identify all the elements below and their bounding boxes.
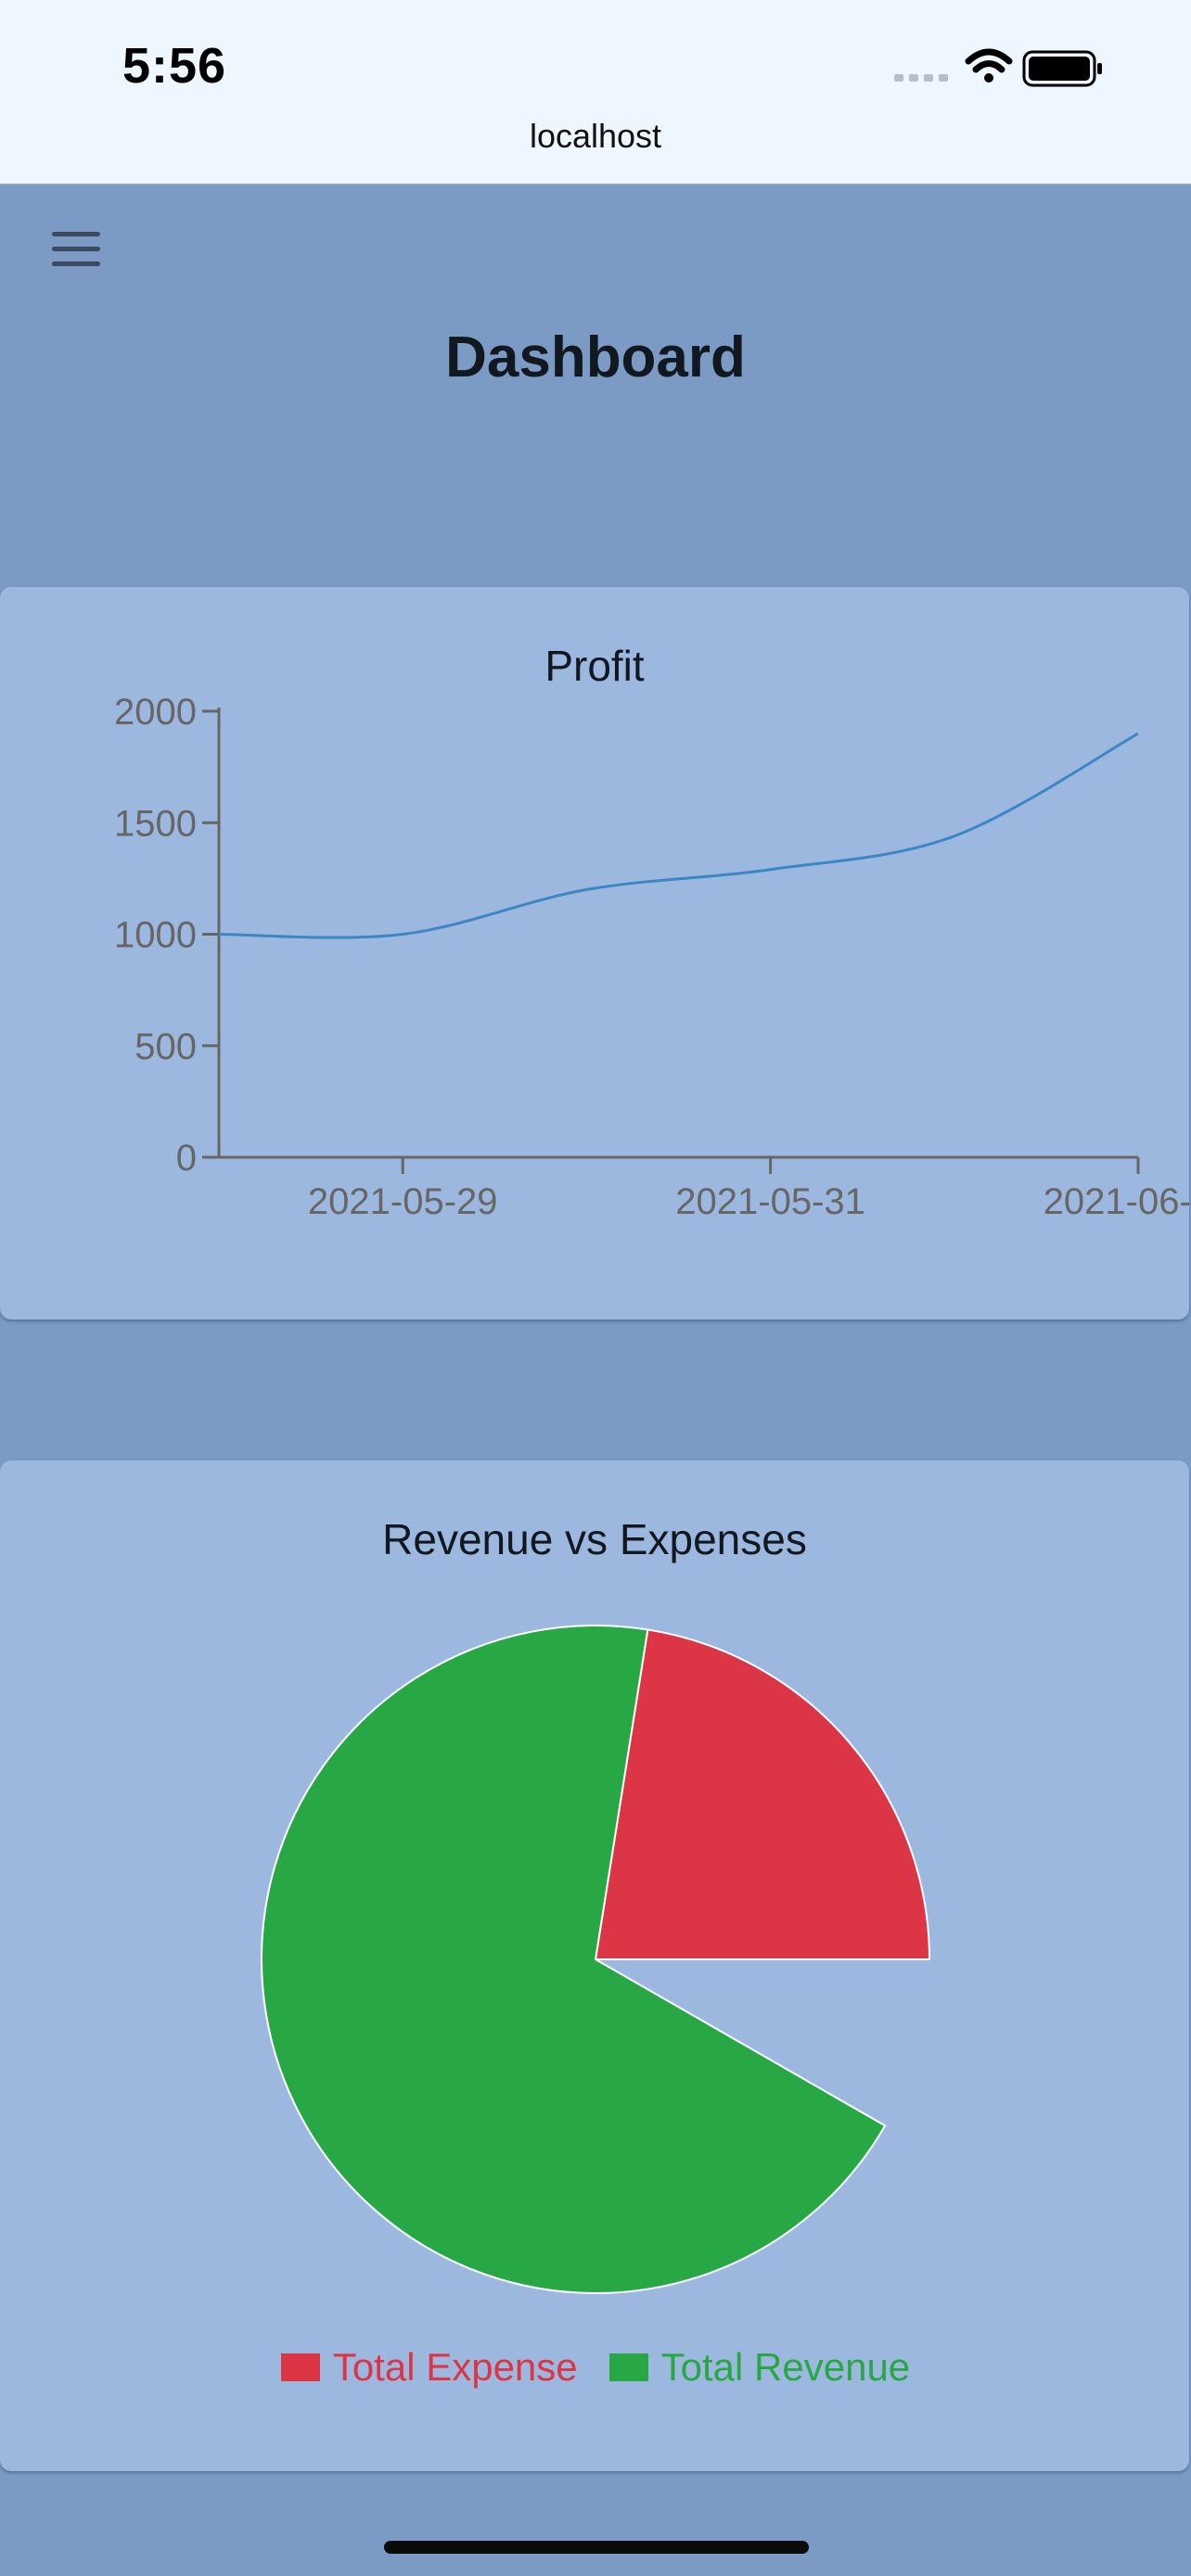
status-time: 5:56 bbox=[122, 38, 227, 94]
battery-icon bbox=[1022, 50, 1102, 87]
status-bar: 5:56 localhost bbox=[0, 0, 1191, 185]
legend-item-revenue[interactable]: Total Revenue bbox=[608, 2345, 911, 2390]
pie-chart-title: Revenue vs Expenses bbox=[382, 1515, 807, 1563]
legend-swatch-revenue bbox=[608, 2353, 648, 2381]
y-tick-label: 0 bbox=[176, 1138, 197, 1179]
status-icons bbox=[894, 48, 1102, 87]
y-tick-label: 1500 bbox=[114, 803, 197, 844]
legend-swatch-expense bbox=[280, 2353, 320, 2381]
revenue-expenses-pie-chart bbox=[261, 1625, 931, 2294]
pie-slice-expense[interactable] bbox=[594, 1628, 931, 1960]
legend-label-expense: Total Expense bbox=[332, 2345, 578, 2389]
pie-legend: Total Expense Total Revenue bbox=[0, 2344, 1191, 2391]
y-tick-label: 500 bbox=[134, 1027, 197, 1067]
x-tick-label: 2021-06-02 bbox=[1044, 1181, 1189, 1222]
wifi-icon bbox=[965, 48, 1013, 83]
x-tick-label: 2021-05-31 bbox=[675, 1181, 865, 1222]
y-tick-label: 2000 bbox=[114, 692, 197, 733]
y-tick-label: 1000 bbox=[114, 915, 197, 956]
profit-line-chart: 0 500 1000 1500 2000 2021-05-29 2021-05-31 2021… bbox=[114, 692, 1189, 1222]
profit-card: Profit 0 500 1000 1500 2000 2021-05-29 2021-05… bbox=[0, 587, 1189, 1320]
home-indicator bbox=[384, 2541, 809, 2554]
legend-label-revenue: Total Revenue bbox=[660, 2345, 911, 2389]
signal-icon bbox=[894, 74, 948, 82]
page-title: Dashboard bbox=[445, 325, 746, 389]
hamburger-menu-icon[interactable] bbox=[48, 228, 108, 273]
url-bar[interactable]: localhost bbox=[0, 117, 1191, 156]
legend-item-expense[interactable]: Total Expense bbox=[280, 2345, 578, 2390]
profit-series-line bbox=[218, 732, 1139, 939]
x-tick-label: 2021-05-29 bbox=[308, 1181, 498, 1222]
